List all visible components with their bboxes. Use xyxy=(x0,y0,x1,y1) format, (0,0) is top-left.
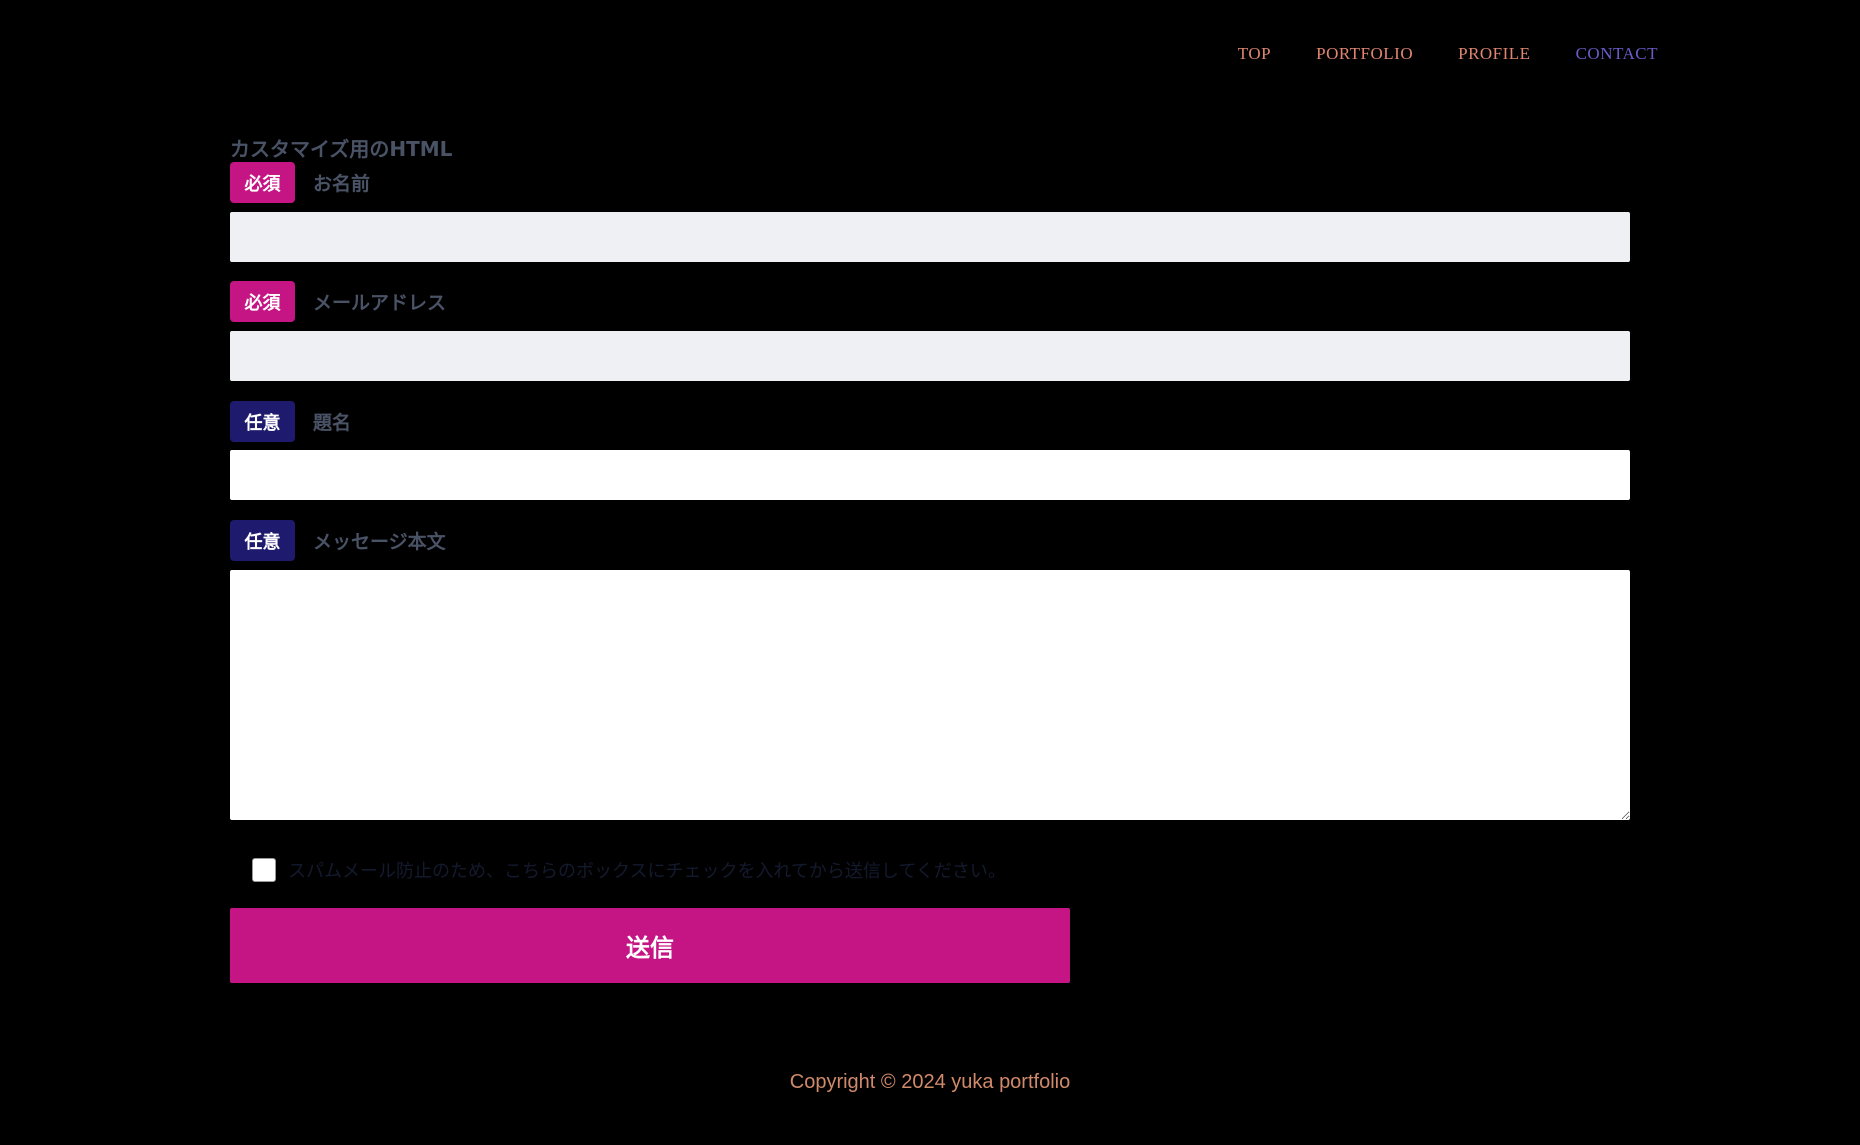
message-label-row: 任意 メッセージ本文 xyxy=(230,520,1630,561)
spam-check-label: スパムメール防止のため、こちらのボックスにチェックを入れてから送信してください。 xyxy=(288,861,1006,882)
footer-copyright: Copyright © 2024 yuka portfolio xyxy=(789,1071,1071,1093)
subject-label-row: 任意 題名 xyxy=(230,401,1630,442)
name-input[interactable] xyxy=(230,212,1630,262)
contact-form: カスタマイズ用のHTML 必須 お名前 必須 メールアドレス 任意 題名 任意 … xyxy=(230,136,1630,820)
email-label-row: 必須 メールアドレス xyxy=(230,281,1630,322)
submit-button[interactable]: 送信 xyxy=(230,908,1070,983)
main-nav: TOP PORTFOLIO PROFILE CONTACT xyxy=(1238,44,1658,64)
subject-label: 題名 xyxy=(313,412,352,434)
message-label: メッセージ本文 xyxy=(313,531,446,553)
name-label-row: 必須 お名前 xyxy=(230,162,1630,203)
nav-profile-link[interactable]: PROFILE xyxy=(1458,44,1530,64)
nav-top-link[interactable]: TOP xyxy=(1238,44,1271,64)
name-label: お名前 xyxy=(313,173,371,195)
form-heading: カスタマイズ用のHTML xyxy=(230,137,453,161)
nav-portfolio-link[interactable]: PORTFOLIO xyxy=(1316,44,1413,64)
optional-badge: 任意 xyxy=(230,520,295,561)
email-input[interactable] xyxy=(230,331,1630,381)
message-textarea[interactable] xyxy=(230,570,1630,820)
required-badge: 必須 xyxy=(230,162,295,203)
email-label: メールアドレス xyxy=(313,292,447,314)
spam-checkbox[interactable] xyxy=(252,858,276,882)
optional-badge: 任意 xyxy=(230,401,295,442)
required-badge: 必須 xyxy=(230,281,295,322)
subject-input[interactable] xyxy=(230,450,1630,500)
spam-check-row: スパムメール防止のため、こちらのボックスにチェックを入れてから送信してください。 xyxy=(252,857,1006,883)
nav-contact-link[interactable]: CONTACT xyxy=(1576,44,1658,64)
